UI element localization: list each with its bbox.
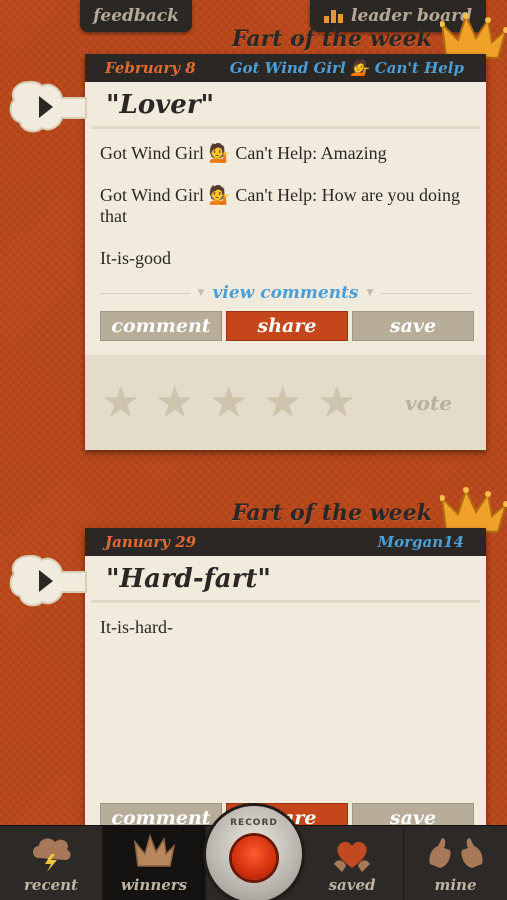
crown-icon [133, 834, 176, 867]
star-icon[interactable]: ★ [263, 380, 317, 425]
storm-cloud-icon [32, 838, 71, 872]
share-button[interactable]: share [226, 311, 348, 341]
comment-item: It-is-good [100, 248, 171, 268]
post-title: "Lover" [91, 82, 480, 129]
comment-item: Got Wind Girl 💁 Can't Help: Amazing [100, 143, 387, 163]
tab-saved-label: saved [328, 876, 376, 894]
star-icon[interactable]: ★ [155, 380, 209, 425]
comment-item: It-is-hard- [100, 617, 173, 637]
post-card: January 29 Morgan14 "Hard-fart" It-is-ha… [85, 528, 486, 838]
comment-item: Got Wind Girl 💁 Can't Help: How are you … [100, 185, 461, 226]
tab-recent-label: recent [24, 876, 78, 894]
tab-winners[interactable]: winners [102, 826, 206, 900]
record-label: RECORD [230, 818, 278, 828]
fart-of-the-week-badge: Fart of the week [232, 26, 432, 52]
view-comments-label: view comments [212, 283, 359, 303]
fart-of-the-week-badge: Fart of the week [232, 500, 432, 526]
tab-mine[interactable]: mine [404, 826, 507, 900]
heart-hands-icon [334, 841, 371, 872]
play-button[interactable] [6, 76, 88, 138]
post-date: January 29 [105, 533, 197, 551]
bar-chart-icon [324, 9, 344, 23]
star-icon[interactable]: ★ [101, 380, 155, 425]
feedback-label: feedback [93, 6, 179, 26]
record-button[interactable]: RECORD [206, 806, 302, 900]
chevron-down-icon: ▼ [366, 288, 374, 298]
post-header: January 29 Morgan14 [85, 528, 486, 556]
vote-button[interactable]: vote [405, 391, 452, 415]
rating-panel: ★ ★ ★ ★ ★ vote [85, 355, 486, 450]
play-button[interactable] [6, 550, 88, 612]
thumbs-icon [428, 838, 483, 868]
tab-saved[interactable]: saved [301, 826, 405, 900]
comment-list: It-is-hard- [85, 603, 486, 797]
post-author[interactable]: Morgan14 [378, 533, 465, 551]
post-header: February 8 Got Wind Girl 💁 Can't Help [85, 54, 486, 82]
chevron-down-icon: ▼ [197, 288, 205, 298]
comment-button[interactable]: comment [100, 311, 222, 341]
comment-list: Got Wind Girl 💁 Can't Help: Amazing Got … [85, 129, 486, 269]
star-icon[interactable]: ★ [317, 380, 371, 425]
tab-winners-label: winners [120, 876, 188, 894]
post-date: February 8 [105, 59, 196, 77]
post-title: "Hard-fart" [91, 556, 480, 603]
post-actions: comment share save [85, 305, 486, 341]
record-dot-icon [232, 836, 276, 880]
feedback-tab[interactable]: feedback [80, 0, 192, 32]
tab-recent[interactable]: recent [0, 826, 103, 900]
view-comments-link[interactable]: ▼ view comments ▼ [100, 281, 471, 305]
save-button[interactable]: save [352, 311, 474, 341]
post-card: February 8 Got Wind Girl 💁 Can't Help "L… [85, 54, 486, 450]
post-author[interactable]: Got Wind Girl 💁 Can't Help [230, 59, 464, 77]
tab-mine-label: mine [434, 876, 477, 894]
star-icon[interactable]: ★ [209, 380, 263, 425]
